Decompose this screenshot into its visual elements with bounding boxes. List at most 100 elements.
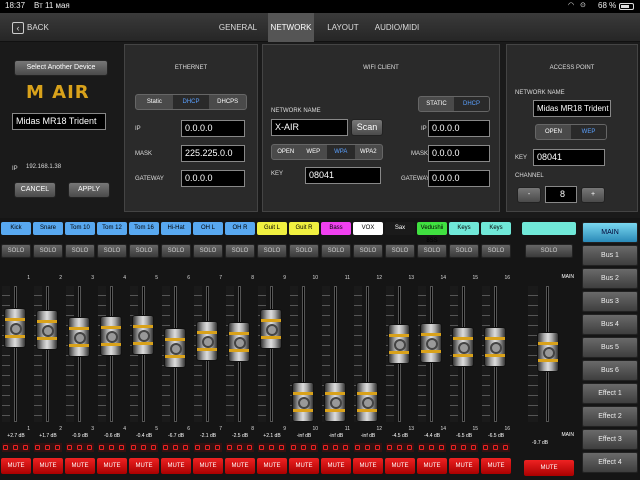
channel-name[interactable]: Tom 12 bbox=[97, 222, 127, 235]
channel-name[interactable]: Tom 10 bbox=[65, 222, 95, 235]
bus-button[interactable]: MAIN bbox=[582, 222, 638, 243]
mute-button[interactable]: MUTE bbox=[449, 458, 479, 474]
solo-button[interactable]: SOLO bbox=[481, 244, 511, 258]
channel-name[interactable]: Keys bbox=[449, 222, 479, 235]
mute-button[interactable]: MUTE bbox=[193, 458, 223, 474]
mute-button[interactable]: MUTE bbox=[1, 458, 31, 474]
channel-name[interactable]: VOX bbox=[353, 222, 383, 235]
fader-knob[interactable] bbox=[228, 321, 250, 362]
main-solo-button[interactable]: SOLO bbox=[525, 244, 573, 258]
solo-button[interactable]: SOLO bbox=[1, 244, 31, 258]
mute-button[interactable]: MUTE bbox=[321, 458, 351, 474]
solo-button[interactable]: SOLO bbox=[289, 244, 319, 258]
solo-button[interactable]: SOLO bbox=[225, 244, 255, 258]
fader-knob[interactable] bbox=[292, 382, 314, 422]
channel-field[interactable]: 8 bbox=[545, 186, 577, 203]
bus-button[interactable]: Bus 4 bbox=[582, 314, 638, 335]
mute-button[interactable]: MUTE bbox=[385, 458, 415, 474]
bus-button[interactable]: Bus 1 bbox=[582, 245, 638, 266]
scan-button[interactable]: Scan bbox=[351, 119, 383, 136]
solo-button[interactable]: SOLO bbox=[449, 244, 479, 258]
ethernet-mode-dhcps[interactable]: DHCPS bbox=[209, 95, 246, 109]
ap-key-field[interactable]: 08041 bbox=[533, 149, 605, 166]
fader-knob[interactable] bbox=[484, 327, 506, 368]
fader-knob[interactable] bbox=[132, 314, 154, 355]
solo-button[interactable]: SOLO bbox=[129, 244, 159, 258]
tab-network[interactable]: NETWORK bbox=[268, 13, 314, 42]
wifi-network-field[interactable]: X-AIR bbox=[271, 119, 348, 136]
fader-knob[interactable] bbox=[100, 315, 122, 356]
mute-button[interactable]: MUTE bbox=[257, 458, 287, 474]
main-mute-button[interactable]: MUTE bbox=[524, 460, 574, 476]
fader-knob[interactable] bbox=[324, 382, 346, 422]
fader-knob[interactable] bbox=[4, 308, 26, 349]
mute-button[interactable]: MUTE bbox=[65, 458, 95, 474]
wifi-security-wpa2[interactable]: WPA2 bbox=[355, 145, 383, 159]
ethernet-gateway-field[interactable]: 0.0.0.0 bbox=[181, 170, 245, 187]
fader-knob[interactable] bbox=[388, 324, 410, 365]
fader-knob[interactable] bbox=[36, 310, 58, 350]
bus-button[interactable]: Bus 5 bbox=[582, 337, 638, 358]
mute-button[interactable]: MUTE bbox=[129, 458, 159, 474]
fader-knob[interactable] bbox=[356, 382, 378, 422]
tab-general[interactable]: GENERAL bbox=[214, 13, 262, 42]
wifi-security-wpa[interactable]: WPA bbox=[327, 145, 355, 159]
bus-button[interactable]: Effect 4 bbox=[582, 452, 638, 473]
solo-button[interactable]: SOLO bbox=[193, 244, 223, 258]
channel-name[interactable]: Tom 16 bbox=[129, 222, 159, 235]
fader-knob[interactable] bbox=[164, 328, 186, 369]
channel-name[interactable]: Hi-Hat bbox=[161, 222, 191, 235]
channel-name[interactable]: Vedushii 8SS bbox=[417, 222, 447, 244]
bus-button[interactable]: Effect 2 bbox=[582, 406, 638, 427]
solo-button[interactable]: SOLO bbox=[417, 244, 447, 258]
channel-name[interactable]: Bass bbox=[321, 222, 351, 235]
solo-button[interactable]: SOLO bbox=[33, 244, 63, 258]
wifi-key-field[interactable]: 08041 bbox=[305, 167, 381, 184]
channel-name[interactable]: Snare bbox=[33, 222, 63, 235]
wifi-mode-static[interactable]: STATIC bbox=[419, 97, 454, 111]
channel-name[interactable]: OH L bbox=[193, 222, 223, 235]
solo-button[interactable]: SOLO bbox=[161, 244, 191, 258]
wifi-gateway-field[interactable]: 0.0.0.0 bbox=[428, 170, 490, 187]
mute-button[interactable]: MUTE bbox=[33, 458, 63, 474]
wifi-mode-dhcp[interactable]: DHCP bbox=[454, 97, 489, 111]
solo-button[interactable]: SOLO bbox=[385, 244, 415, 258]
solo-button[interactable]: SOLO bbox=[353, 244, 383, 258]
main-fader-knob[interactable] bbox=[537, 332, 559, 373]
ethernet-mask-field[interactable]: 225.225.0.0 bbox=[181, 145, 245, 162]
channel-name[interactable]: Sax bbox=[385, 222, 415, 235]
solo-button[interactable]: SOLO bbox=[321, 244, 351, 258]
select-device-button[interactable]: Select Another Device bbox=[14, 60, 108, 76]
ap-security-wep[interactable]: WEP bbox=[571, 125, 606, 139]
solo-button[interactable]: SOLO bbox=[65, 244, 95, 258]
bus-button[interactable]: Bus 2 bbox=[582, 268, 638, 289]
apply-button[interactable]: APPLY bbox=[68, 182, 110, 198]
bus-button[interactable]: Bus 6 bbox=[582, 360, 638, 381]
back-button[interactable]: ‹ BACK bbox=[12, 20, 49, 35]
bus-button[interactable]: Effect 1 bbox=[582, 383, 638, 404]
solo-button[interactable]: SOLO bbox=[257, 244, 287, 258]
device-name-field[interactable]: Midas MR18 Trident bbox=[12, 113, 106, 130]
bus-button[interactable]: Effect 3 bbox=[582, 429, 638, 450]
mute-button[interactable]: MUTE bbox=[417, 458, 447, 474]
wifi-ip-field[interactable]: 0.0.0.0 bbox=[428, 120, 490, 137]
channel-name[interactable]: Guit L bbox=[257, 222, 287, 235]
bus-button[interactable]: Bus 3 bbox=[582, 291, 638, 312]
fader-knob[interactable] bbox=[260, 309, 282, 350]
ethernet-ip-field[interactable]: 0.0.0.0 bbox=[181, 120, 245, 137]
fader-knob[interactable] bbox=[196, 320, 218, 361]
ap-security-open[interactable]: OPEN bbox=[536, 125, 571, 139]
wifi-security-wep[interactable]: WEP bbox=[300, 145, 328, 159]
tab-audio-midi[interactable]: AUDIO/MIDI bbox=[372, 13, 422, 42]
wifi-mask-field[interactable]: 0.0.0.0 bbox=[428, 145, 490, 162]
fader-knob[interactable] bbox=[68, 316, 90, 357]
channel-name[interactable]: Kick bbox=[1, 222, 31, 235]
solo-button[interactable]: SOLO bbox=[97, 244, 127, 258]
ethernet-mode-static[interactable]: Static bbox=[136, 95, 173, 109]
ethernet-mode-dhcp[interactable]: DHCP bbox=[172, 95, 210, 109]
mute-button[interactable]: MUTE bbox=[161, 458, 191, 474]
fader-knob[interactable] bbox=[420, 323, 442, 364]
mute-button[interactable]: MUTE bbox=[225, 458, 255, 474]
channel-name[interactable]: Keys bbox=[481, 222, 511, 235]
cancel-button[interactable]: CANCEL bbox=[14, 182, 56, 198]
